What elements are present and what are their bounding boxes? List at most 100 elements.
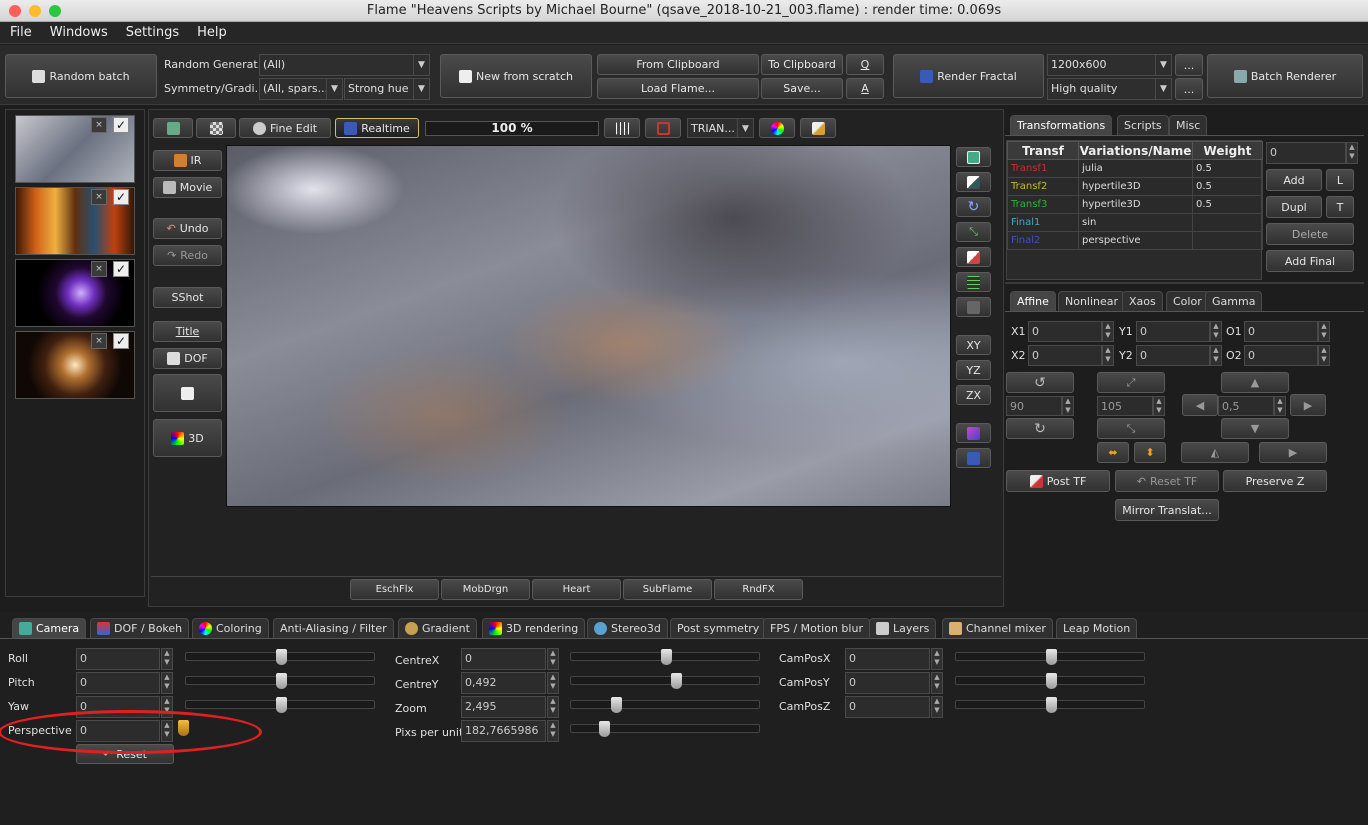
table-row[interactable]: Transf1 julia 0.5 (1007, 159, 1263, 178)
scale-amount-field[interactable]: 105 (1097, 396, 1153, 416)
rotate-amount-stepper[interactable]: ▲ ▼ (1062, 396, 1074, 416)
tool-image-button[interactable] (956, 147, 991, 167)
resolution-select[interactable]: 1200x600 ▼ (1047, 54, 1172, 76)
move-left-button[interactable]: ◀ (1182, 394, 1218, 416)
rotate-right-button[interactable]: ↻ (1006, 418, 1074, 439)
gradient-edit-button[interactable] (800, 118, 836, 138)
symmetry-select[interactable]: (All, spars... ▼ (259, 78, 343, 100)
table-row[interactable]: Final2 perspective (1007, 231, 1263, 250)
slider-knob[interactable] (276, 649, 287, 665)
tab-scripts[interactable]: Scripts (1117, 115, 1169, 135)
menu-settings[interactable]: Settings (116, 22, 187, 44)
centrex-slider[interactable] (570, 649, 760, 665)
color-wheel-button[interactable] (759, 118, 795, 138)
move-down-button[interactable]: ▼ (1221, 418, 1289, 439)
tool-pointer-button[interactable] (956, 247, 991, 267)
table-row[interactable]: Transf2 hypertile3D 0.5 (1007, 177, 1263, 196)
preserve-z-button[interactable]: Preserve Z (1223, 470, 1327, 492)
x1-field[interactable]: 0 (1028, 321, 1102, 342)
menu-file[interactable]: File (0, 22, 40, 44)
centrex-field[interactable]: 0 (461, 648, 546, 670)
camposx-field[interactable]: 0 (845, 648, 930, 670)
roll-stepper[interactable]: ▲ ▼ (161, 648, 173, 670)
tab-stereo3d[interactable]: Stereo3d (587, 618, 668, 638)
scale-down-button[interactable]: ⤡ (1097, 418, 1165, 439)
sshot-button[interactable]: SShot (153, 287, 222, 308)
camposx-stepper[interactable]: ▲ ▼ (931, 648, 943, 670)
tab-coloring[interactable]: Coloring (192, 618, 269, 638)
weight-stepper[interactable]: ▲ ▼ (1346, 142, 1358, 164)
tab-dof-bokeh[interactable]: DOF / Bokeh (90, 618, 190, 638)
tool-select-button[interactable] (956, 172, 991, 192)
rotate-amount-field[interactable]: 90 (1006, 396, 1062, 416)
resolution-edit-button[interactable]: ... (1175, 54, 1203, 76)
pixs-per-unit-slider[interactable] (570, 721, 760, 737)
a-button[interactable]: A (846, 78, 884, 99)
heart-button[interactable]: Heart (532, 579, 621, 600)
batch-renderer-button[interactable]: Batch Renderer (1207, 54, 1363, 98)
pitch-field[interactable]: 0 (76, 672, 160, 694)
menu-windows[interactable]: Windows (40, 22, 116, 44)
tool-square-button[interactable] (956, 297, 991, 317)
eschflx-button[interactable]: EschFlx (350, 579, 439, 600)
slider-knob[interactable] (671, 673, 682, 689)
tab-xaos[interactable]: Xaos (1122, 291, 1163, 311)
y2-stepper[interactable]: ▲ ▼ (1210, 345, 1222, 366)
thumbnail-4-remove-icon[interactable]: × (91, 333, 107, 349)
camposy-slider[interactable] (955, 673, 1145, 689)
realtime-toggle[interactable]: Realtime (335, 118, 419, 138)
load-flame-button[interactable]: Load Flame... (597, 78, 759, 99)
mirror-right-button[interactable]: ▶ (1259, 442, 1327, 463)
x2-stepper[interactable]: ▲ ▼ (1102, 345, 1114, 366)
move-right-button[interactable]: ▶ (1290, 394, 1326, 416)
delete-button[interactable]: Delete (1266, 223, 1354, 245)
zoom-slider[interactable] (570, 697, 760, 713)
tab-fps-motion-blur[interactable]: FPS / Motion blur (763, 618, 870, 638)
tab-leap-motion[interactable]: Leap Motion (1056, 618, 1138, 638)
undo-button[interactable]: ↶ Undo (153, 218, 222, 239)
thumbnail-2-remove-icon[interactable]: × (91, 189, 107, 205)
camposx-slider[interactable] (955, 649, 1145, 665)
tab-anti-aliasing[interactable]: Anti-Aliasing / Filter (273, 618, 394, 638)
new-from-scratch-button[interactable]: New from scratch (440, 54, 592, 98)
move-amount-stepper[interactable]: ▲ ▼ (1274, 396, 1286, 416)
camposz-slider[interactable] (955, 697, 1145, 713)
o1-stepper[interactable]: ▲ ▼ (1318, 321, 1330, 342)
roll-field[interactable]: 0 (76, 648, 160, 670)
roll-slider[interactable] (185, 649, 375, 665)
title-button[interactable]: Title (153, 321, 222, 342)
q-button[interactable]: Q (846, 54, 884, 75)
tab-3d-rendering[interactable]: 3D rendering (482, 618, 586, 638)
thumbnail-3-checkbox[interactable]: ✓ (113, 261, 129, 277)
centrey-stepper[interactable]: ▲ ▼ (547, 672, 559, 694)
add-transform-button[interactable]: Add (1266, 169, 1322, 191)
thumbnail-1-remove-icon[interactable]: × (91, 117, 107, 133)
slider-knob[interactable] (1046, 649, 1057, 665)
fractal-preview-canvas[interactable] (226, 145, 951, 507)
camposy-field[interactable]: 0 (845, 672, 930, 694)
triangle-mode-select[interactable]: TRIAN... ▼ (687, 118, 754, 138)
zoom-stepper[interactable]: ▲ ▼ (547, 696, 559, 718)
scale-up-button[interactable]: ⤢ (1097, 372, 1165, 393)
random-gen-select[interactable]: (All) ▼ (259, 54, 430, 76)
quality-select[interactable]: High quality ▼ (1047, 78, 1172, 100)
tab-affine[interactable]: Affine (1010, 291, 1056, 311)
save-button[interactable]: Save... (761, 78, 843, 99)
tab-gradient[interactable]: Gradient (398, 618, 477, 638)
o2-stepper[interactable]: ▲ ▼ (1318, 345, 1330, 366)
view-xy-button[interactable]: XY (956, 335, 991, 355)
slider-knob[interactable] (661, 649, 672, 665)
duplicate-button[interactable]: Dupl (1266, 196, 1322, 218)
menu-help[interactable]: Help (187, 22, 235, 44)
splitter[interactable] (1005, 282, 1364, 284)
clapper-button[interactable] (153, 374, 222, 412)
tab-nonlinear[interactable]: Nonlinear (1058, 291, 1126, 311)
dof-button[interactable]: DOF (153, 348, 222, 369)
tool-render-button[interactable] (956, 448, 991, 468)
table-row[interactable]: Final1 sin (1007, 213, 1263, 232)
slider-knob[interactable] (276, 697, 287, 713)
fine-edit-button[interactable]: Fine Edit (239, 118, 331, 138)
checker-button[interactable] (196, 118, 236, 138)
centrey-slider[interactable] (570, 673, 760, 689)
tab-gamma[interactable]: Gamma (1205, 291, 1263, 311)
